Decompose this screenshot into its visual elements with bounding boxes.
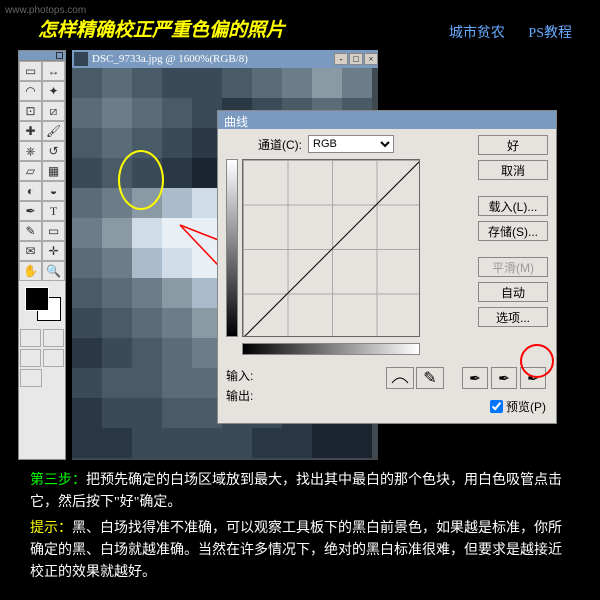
highlight-circle xyxy=(118,150,164,210)
options-button[interactable]: 选项... xyxy=(478,307,548,327)
top-links: 城市贫农 PS教程 xyxy=(429,22,572,42)
smooth-button: 平滑(M) xyxy=(478,257,548,277)
horizontal-gradient xyxy=(242,343,420,355)
tool-gradient[interactable]: ▦ xyxy=(42,161,65,181)
tool-brush[interactable]: 🖌 xyxy=(42,121,65,141)
tool-move[interactable]: ↔ xyxy=(42,61,65,81)
preview-label: 预览(P) xyxy=(506,398,546,415)
tool-shape[interactable]: ▭ xyxy=(42,221,65,241)
tool-history[interactable]: ↺ xyxy=(42,141,65,161)
tool-hand[interactable]: ✋ xyxy=(19,261,42,281)
minimize-icon[interactable]: - xyxy=(334,53,348,65)
tool-heal[interactable]: ✚ xyxy=(19,121,42,141)
mode-standard[interactable] xyxy=(20,329,41,347)
jump-icon[interactable] xyxy=(20,369,42,387)
input-label: 输入: xyxy=(226,367,253,384)
curves-graph[interactable] xyxy=(242,159,420,337)
link-author[interactable]: 城市贫农 xyxy=(449,26,505,41)
highlight-red-circle xyxy=(520,344,554,378)
vertical-gradient xyxy=(226,159,238,337)
close-icon[interactable] xyxy=(56,52,63,59)
ok-button[interactable]: 好 xyxy=(478,135,548,155)
tool-notes[interactable]: ✉ xyxy=(19,241,42,261)
tool-pen[interactable]: ✎ xyxy=(19,221,42,241)
step-label: 第三步： xyxy=(30,473,86,488)
instruction-tip: 提示：黑、白场找得准不准确，可以观察工具板下的黑白前景色，如果越是标准，你所确定… xyxy=(30,518,570,584)
close-icon[interactable]: × xyxy=(364,53,378,65)
preview-checkbox[interactable] xyxy=(490,400,503,413)
channel-label: 通道(C): xyxy=(258,136,302,153)
toolbox-header xyxy=(19,51,65,61)
tool-slice[interactable]: ⧄ xyxy=(42,101,65,121)
tool-crop[interactable]: ⊡ xyxy=(19,101,42,121)
tool-marquee[interactable]: ▭ xyxy=(19,61,42,81)
foreground-color[interactable] xyxy=(25,287,49,311)
tool-eyedropper[interactable]: ✛ xyxy=(42,241,65,261)
curve-mode-icon[interactable] xyxy=(386,367,414,389)
tool-path[interactable]: ✒ xyxy=(19,201,42,221)
tool-stamp[interactable]: ⎈ xyxy=(19,141,42,161)
tool-zoom[interactable]: 🔍 xyxy=(42,261,65,281)
document-title: DSC_9733a.jpg @ 1600%(RGB/8) xyxy=(92,53,248,65)
mode-quickmask[interactable] xyxy=(43,329,64,347)
document-titlebar[interactable]: DSC_9733a.jpg @ 1600%(RGB/8) -□× xyxy=(72,50,378,68)
pencil-mode-icon[interactable]: ✎ xyxy=(416,367,444,389)
tool-lasso[interactable]: ◠ xyxy=(19,81,42,101)
toolbox: ▭↔ ◠✦ ⊡⧄ ✚🖌 ⎈↺ ▱▦ ◐◒ ✒T ✎▭ ✉✛ ✋🔍 xyxy=(18,50,66,460)
instruction-step: 第三步：把预先确定的白场区域放到最大，找出其中最白的那个色块，用白色吸管点击它，… xyxy=(30,470,570,514)
tip-label: 提示： xyxy=(30,521,72,536)
tool-dodge[interactable]: ◒ xyxy=(42,181,65,201)
save-button[interactable]: 存储(S)... xyxy=(478,221,548,241)
tool-eraser[interactable]: ▱ xyxy=(19,161,42,181)
screen-1[interactable] xyxy=(20,349,41,367)
channel-select[interactable]: RGB xyxy=(308,135,394,153)
tool-blur[interactable]: ◐ xyxy=(19,181,42,201)
black-eyedropper-icon[interactable]: ✒ xyxy=(462,367,488,389)
watermark: www.photops.com xyxy=(5,5,86,16)
curves-titlebar[interactable]: 曲线 xyxy=(218,111,556,129)
tool-wand[interactable]: ✦ xyxy=(42,81,65,101)
output-label: 输出: xyxy=(226,387,253,404)
color-swatches[interactable] xyxy=(23,285,61,325)
link-tutorial[interactable]: PS教程 xyxy=(528,26,572,41)
load-button[interactable]: 载入(L)... xyxy=(478,196,548,216)
cancel-button[interactable]: 取消 xyxy=(478,160,548,180)
auto-button[interactable]: 自动 xyxy=(478,282,548,302)
screen-2[interactable] xyxy=(43,349,64,367)
maximize-icon[interactable]: □ xyxy=(349,53,363,65)
gray-eyedropper-icon[interactable]: ✒ xyxy=(491,367,517,389)
document-icon xyxy=(74,52,88,66)
tool-type[interactable]: T xyxy=(42,201,65,221)
curves-dialog[interactable]: 曲线 通道(C): RGB 输入: 输出: ✎ ✒ ✒ ✒ 预览(P) 好 取消 xyxy=(217,110,557,424)
